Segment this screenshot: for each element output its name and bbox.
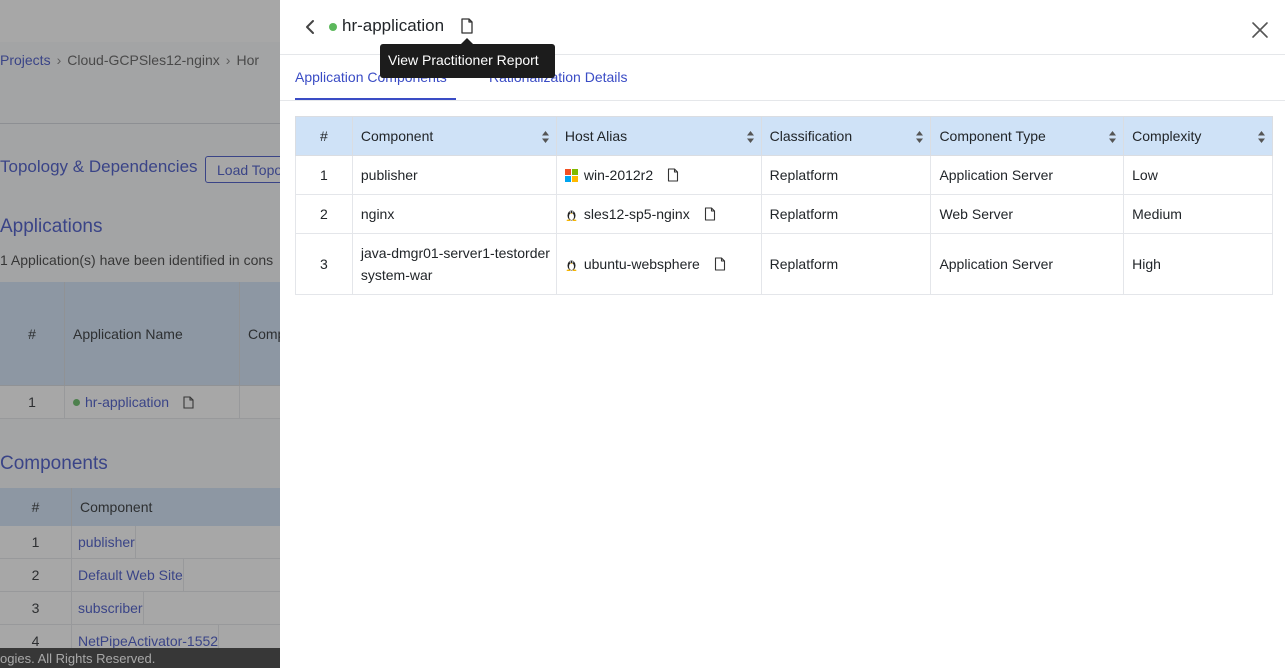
classification-cell: Replatform — [760, 155, 932, 195]
windows-icon — [564, 168, 578, 182]
complexity-cell: Medium — [1123, 194, 1273, 234]
host-alias-text: sles12-sp5-nginx — [583, 206, 690, 222]
host-alias-cell: win-2012r2 — [555, 155, 762, 195]
divider — [280, 100, 1285, 101]
column-header-component-type[interactable]: Component Type — [930, 116, 1125, 156]
component-cell: java-dmgr01-server1-testordersystem-war — [351, 233, 557, 295]
linux-icon — [566, 260, 577, 271]
components-table: # Component Host Alias Classification Co… — [295, 116, 1273, 295]
classification-cell: Replatform — [760, 194, 932, 234]
sort-icon[interactable] — [915, 130, 924, 144]
host-alias-cell: sles12-sp5-nginx — [555, 194, 762, 234]
column-header-num: # — [295, 116, 353, 156]
linux-icon — [566, 210, 577, 221]
row-number: 2 — [295, 194, 353, 234]
component-cell: nginx — [351, 194, 557, 234]
tooltip-arrow — [461, 38, 473, 44]
host-alias-text: ubuntu-websphere — [583, 256, 700, 272]
sort-icon[interactable] — [1108, 130, 1117, 144]
tooltip: View Practitioner Report — [380, 38, 555, 78]
classification-cell: Replatform — [760, 233, 932, 295]
document-icon[interactable] — [714, 257, 726, 271]
close-icon[interactable] — [1250, 20, 1270, 40]
column-header-component[interactable]: Component — [351, 116, 557, 156]
table-header-row: # Component Host Alias Classification Co… — [295, 116, 1273, 156]
row-number: 1 — [295, 155, 353, 195]
document-icon[interactable] — [704, 207, 716, 221]
complexity-cell: Low — [1123, 155, 1273, 195]
component-type-cell: Web Server — [930, 194, 1125, 234]
document-icon[interactable] — [459, 17, 475, 35]
host-alias-cell: ubuntu-websphere — [555, 233, 762, 295]
sort-icon[interactable] — [746, 130, 755, 144]
row-number: 3 — [295, 233, 353, 295]
complexity-cell: High — [1123, 233, 1273, 295]
table-row: 3 java-dmgr01-server1-testordersystem-wa… — [295, 233, 1273, 295]
status-dot-icon — [329, 23, 337, 31]
column-header-complexity[interactable]: Complexity — [1123, 116, 1273, 156]
host-alias-text: win-2012r2 — [583, 167, 654, 183]
column-header-host-alias[interactable]: Host Alias — [555, 116, 762, 156]
back-arrow-icon[interactable] — [300, 16, 320, 38]
sort-icon[interactable] — [1257, 130, 1266, 144]
component-type-cell: Application Server — [930, 155, 1125, 195]
document-icon[interactable] — [667, 168, 679, 182]
panel-title: hr-application — [342, 16, 445, 35]
application-detail-panel: hr-application Application Components Ra… — [280, 0, 1285, 668]
component-cell: publisher — [351, 155, 557, 195]
component-text: java-dmgr01-server1-testordersystem-war — [360, 245, 550, 283]
table-row: 1 publisher win-2012r2 Replatform Applic… — [295, 155, 1273, 195]
sort-icon[interactable] — [541, 130, 550, 144]
table-row: 2 nginx sles12-sp5-nginx Replatform Web … — [295, 194, 1273, 234]
component-type-cell: Application Server — [930, 233, 1125, 295]
column-header-classification[interactable]: Classification — [760, 116, 932, 156]
